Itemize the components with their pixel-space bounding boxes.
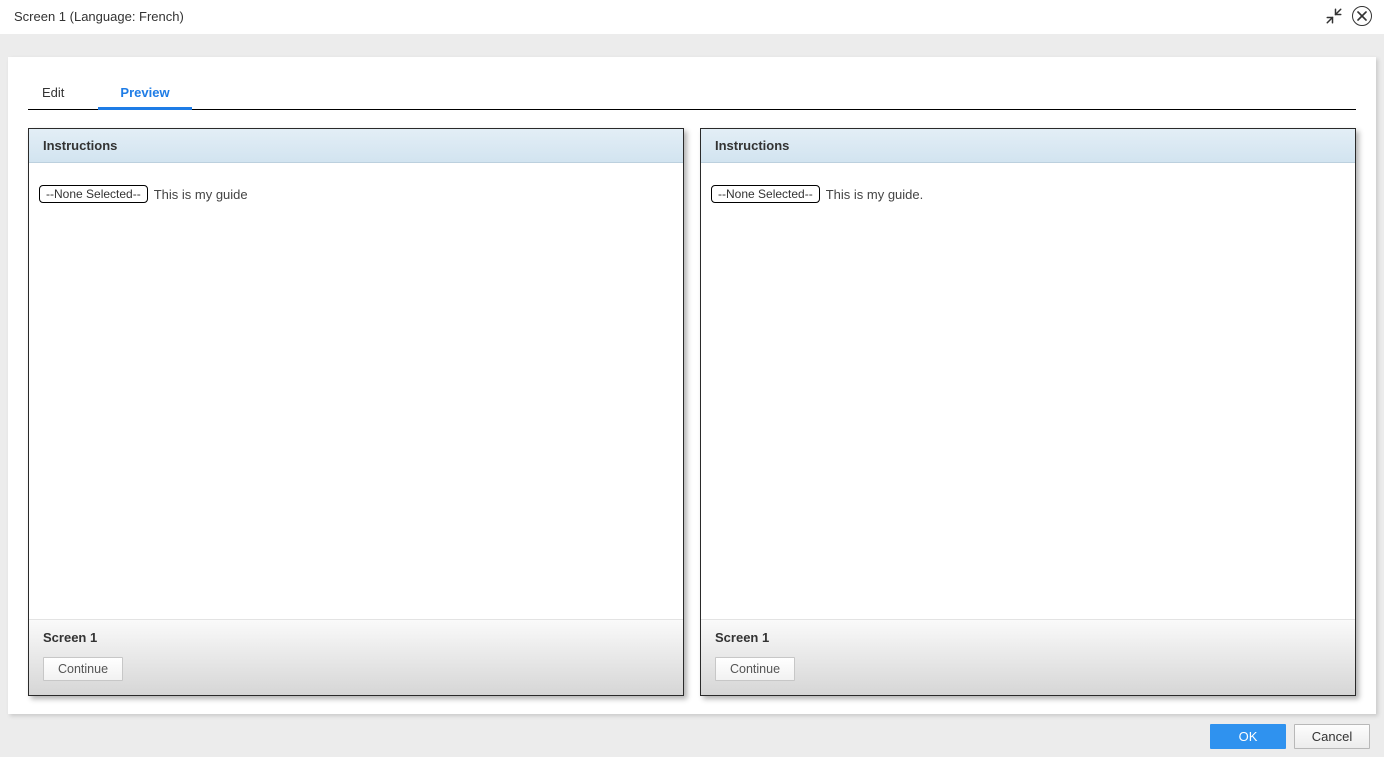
continue-button[interactable]: Continue [715, 657, 795, 681]
dialog-window: Screen 1 (Language: French) [0, 0, 1384, 757]
close-icon[interactable] [1352, 6, 1372, 26]
collapse-icon[interactable] [1324, 6, 1344, 26]
dialog-body: Edit Preview Instructions --None Selecte… [0, 34, 1384, 757]
card-body: --None Selected-- This is my guide. [701, 163, 1355, 619]
tab-edit[interactable]: Edit [28, 79, 98, 109]
preview-card-left: Instructions --None Selected-- This is m… [28, 128, 684, 696]
guide-row: --None Selected-- This is my guide [39, 185, 673, 203]
selection-pill[interactable]: --None Selected-- [39, 185, 148, 203]
card-body: --None Selected-- This is my guide [29, 163, 683, 619]
dialog-button-row: OK Cancel [8, 714, 1376, 749]
card-footer: Screen 1 Continue [29, 619, 683, 695]
card-header: Instructions [29, 129, 683, 163]
screen-label: Screen 1 [715, 630, 1341, 645]
continue-button[interactable]: Continue [43, 657, 123, 681]
guide-text: This is my guide. [826, 187, 924, 202]
content-panel: Edit Preview Instructions --None Selecte… [8, 57, 1376, 714]
guide-row: --None Selected-- This is my guide. [711, 185, 1345, 203]
tab-preview[interactable]: Preview [98, 79, 191, 110]
selection-pill[interactable]: --None Selected-- [711, 185, 820, 203]
card-footer: Screen 1 Continue [701, 619, 1355, 695]
cancel-button[interactable]: Cancel [1294, 724, 1370, 749]
titlebar-actions [1324, 6, 1372, 26]
guide-text: This is my guide [154, 187, 248, 202]
preview-card-right: Instructions --None Selected-- This is m… [700, 128, 1356, 696]
ok-button[interactable]: OK [1210, 724, 1286, 749]
tab-bar: Edit Preview [28, 79, 1356, 110]
dialog-title: Screen 1 (Language: French) [14, 9, 184, 24]
card-header: Instructions [701, 129, 1355, 163]
preview-row: Instructions --None Selected-- This is m… [28, 128, 1356, 696]
screen-label: Screen 1 [43, 630, 669, 645]
titlebar: Screen 1 (Language: French) [0, 0, 1384, 34]
